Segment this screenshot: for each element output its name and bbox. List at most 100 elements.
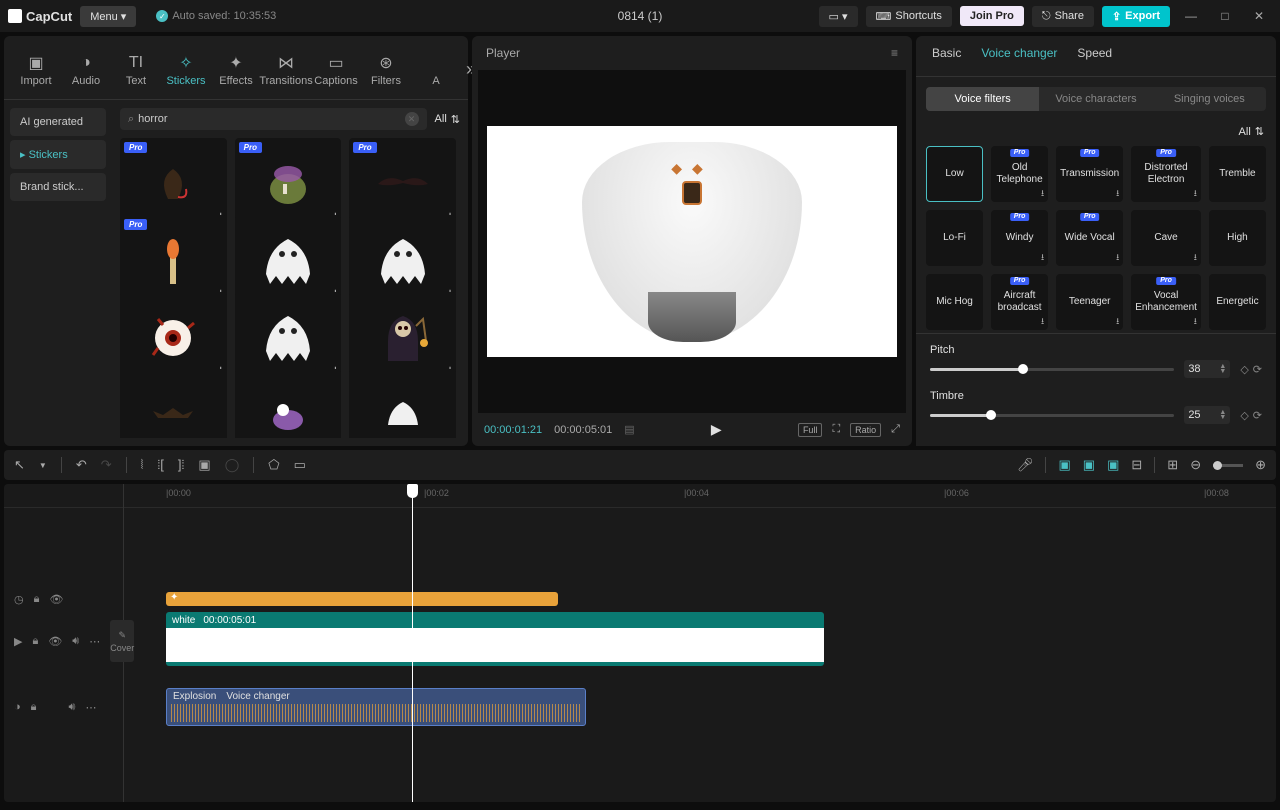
sticker-item[interactable]: ⭳: [349, 369, 456, 438]
canvas-area[interactable]: ◆◆: [478, 70, 906, 413]
voice-filter-tremble[interactable]: Tremble: [1209, 146, 1266, 202]
video-clip[interactable]: white 00:00:05:01: [166, 612, 824, 668]
player-menu-icon[interactable]: ≡: [891, 46, 898, 60]
more-icon[interactable]: ⋯: [85, 701, 96, 714]
ratio-button[interactable]: Ratio: [850, 423, 881, 437]
voice-filter-transmission[interactable]: ProTransmission⭳: [1056, 146, 1123, 202]
voice-filter-vocal-enhancement[interactable]: ProVocal Enhancement⭳: [1131, 274, 1201, 330]
mic-icon[interactable]: 🎤︎: [1017, 457, 1034, 473]
select-tool[interactable]: ↖: [14, 457, 25, 473]
audio-clip[interactable]: Explosion Voice changer: [166, 688, 586, 726]
eye-icon[interactable]: 👁: [49, 593, 63, 606]
undo-button[interactable]: ↶: [76, 457, 87, 473]
tab-audio[interactable]: ◑Audio: [62, 49, 110, 91]
split-right-button[interactable]: ]⦙: [178, 457, 185, 473]
window-close[interactable]: ✕: [1246, 6, 1272, 26]
tab-effects[interactable]: ✦Effects: [212, 49, 260, 91]
download-icon[interactable]: ⭳: [1116, 252, 1119, 263]
tab-transitions[interactable]: ⋈Transitions: [262, 49, 310, 91]
preview-icon[interactable]: ⊟: [1131, 457, 1142, 473]
crop-icon[interactable]: ⛶: [832, 423, 840, 436]
pitch-slider[interactable]: [930, 368, 1174, 371]
reset-icon[interactable]: ◇: [1240, 363, 1248, 376]
subtab-voice-characters[interactable]: Voice characters: [1039, 87, 1152, 111]
magnet-on-icon[interactable]: ▣: [1058, 457, 1070, 473]
sticker-item[interactable]: ⭳: [120, 369, 227, 438]
split-left-button[interactable]: ⦙[: [157, 457, 164, 473]
sticker-clip[interactable]: [166, 592, 558, 606]
zoom-out-icon[interactable]: ⊖: [1190, 457, 1201, 473]
download-icon[interactable]: ⭳: [1041, 252, 1044, 263]
voice-filter-distrorted-electron[interactable]: ProDistrorted Electron⭳: [1131, 146, 1201, 202]
voice-filter-low[interactable]: Low: [926, 146, 983, 202]
track-options-icon[interactable]: ⊞: [1167, 457, 1178, 473]
category-ai-generated[interactable]: AI generated: [10, 108, 106, 136]
more-icon[interactable]: ⋯: [89, 635, 100, 648]
window-maximize[interactable]: □: [1212, 6, 1238, 26]
audio-icon[interactable]: ◑: [14, 701, 21, 713]
share-button[interactable]: ⎋ Share: [1032, 6, 1094, 27]
playhead[interactable]: [412, 484, 413, 802]
marker-button[interactable]: ⬠: [268, 457, 279, 473]
shortcuts-button[interactable]: ⌨ Shortcuts: [866, 6, 952, 27]
reset-icon[interactable]: ◇: [1240, 409, 1248, 422]
list-icon[interactable]: ▤: [624, 423, 634, 436]
full-button[interactable]: Full: [798, 423, 823, 437]
voice-filter-old-telephone[interactable]: ProOld Telephone⭳: [991, 146, 1048, 202]
vf-all-filter[interactable]: All ⇅: [926, 121, 1266, 146]
audio-track[interactable]: Explosion Voice changer: [124, 686, 1276, 728]
volume-icon[interactable]: 🔊︎: [69, 701, 76, 714]
tab-text[interactable]: TIText: [112, 49, 160, 91]
lock-icon[interactable]: 🔒︎: [31, 701, 37, 714]
tab-import[interactable]: ▣Import: [12, 49, 60, 91]
fullscreen-icon[interactable]: ⤢: [891, 423, 900, 436]
category-stickers[interactable]: Stickers: [10, 140, 106, 169]
category-brand-stick-[interactable]: Brand stick...: [10, 173, 106, 201]
circle-tool[interactable]: ◯: [225, 457, 240, 473]
caption-tool[interactable]: ▭: [294, 457, 306, 473]
download-icon[interactable]: ⭳: [1041, 316, 1044, 327]
join-pro-button[interactable]: Join Pro: [960, 6, 1024, 26]
voice-filter-wide-vocal[interactable]: ProWide Vocal⭳: [1056, 210, 1123, 266]
timbre-value-input[interactable]: 25 ▲▼: [1184, 406, 1230, 424]
menu-button[interactable]: Menu ▾: [80, 6, 136, 27]
voice-filter-teenager[interactable]: Teenager⭳: [1056, 274, 1123, 330]
export-button[interactable]: ⇪ Export: [1102, 6, 1170, 27]
pitch-value-input[interactable]: 38 ▲▼: [1184, 360, 1230, 378]
playhead-handle[interactable]: [407, 484, 418, 498]
search-input[interactable]: [138, 113, 400, 125]
video-icon[interactable]: ▶: [14, 635, 22, 648]
tab-captions[interactable]: ▭Captions: [312, 49, 360, 91]
eye-icon[interactable]: 👁: [48, 635, 62, 648]
redo-button[interactable]: ↷: [101, 457, 112, 473]
download-icon[interactable]: ⭳: [1194, 316, 1197, 327]
voice-filter-mic-hog[interactable]: Mic Hog: [926, 274, 983, 330]
timeline-ruler[interactable]: |00:00|00:02|00:04|00:06|00:08: [124, 484, 1276, 508]
link-icon[interactable]: ▣: [1083, 457, 1095, 473]
crop-button[interactable]: ▣: [198, 457, 210, 473]
select-dropdown[interactable]: ▼: [39, 461, 47, 470]
timeline-tracks-area[interactable]: |00:00|00:02|00:04|00:06|00:08 white 00:…: [124, 484, 1276, 802]
sticker-track[interactable]: [124, 588, 1276, 610]
split-button[interactable]: ⦚: [141, 457, 144, 473]
window-minimize[interactable]: —: [1178, 6, 1204, 26]
voice-filter-high[interactable]: High: [1209, 210, 1266, 266]
download-icon[interactable]: ⭳: [1116, 316, 1119, 327]
voice-filter-windy[interactable]: ProWindy⭳: [991, 210, 1048, 266]
aspect-ratio-button[interactable]: ▭ ▾: [819, 6, 858, 27]
stepper-icon[interactable]: ▲▼: [1219, 364, 1226, 374]
download-icon[interactable]: ⭳: [1041, 188, 1044, 199]
lock-icon[interactable]: 🔒︎: [32, 635, 38, 648]
tab-filters[interactable]: ⊛Filters: [362, 49, 410, 91]
voice-filter-cave[interactable]: Cave⭳: [1131, 210, 1201, 266]
tab-a[interactable]: A: [412, 49, 460, 91]
search-box[interactable]: ⌕ ✕: [120, 108, 427, 130]
volume-icon[interactable]: 🔊︎: [72, 635, 79, 648]
zoom-slider[interactable]: [1213, 464, 1243, 467]
timbre-slider[interactable]: [930, 414, 1174, 417]
stepper-icon[interactable]: ▲▼: [1219, 410, 1226, 420]
video-track[interactable]: white 00:00:05:01: [124, 610, 1276, 672]
voice-filter-aircraft-broadcast[interactable]: ProAircraft broadcast⭳: [991, 274, 1048, 330]
play-button[interactable]: ▶: [711, 421, 722, 438]
subtab-voice-filters[interactable]: Voice filters: [926, 87, 1039, 111]
